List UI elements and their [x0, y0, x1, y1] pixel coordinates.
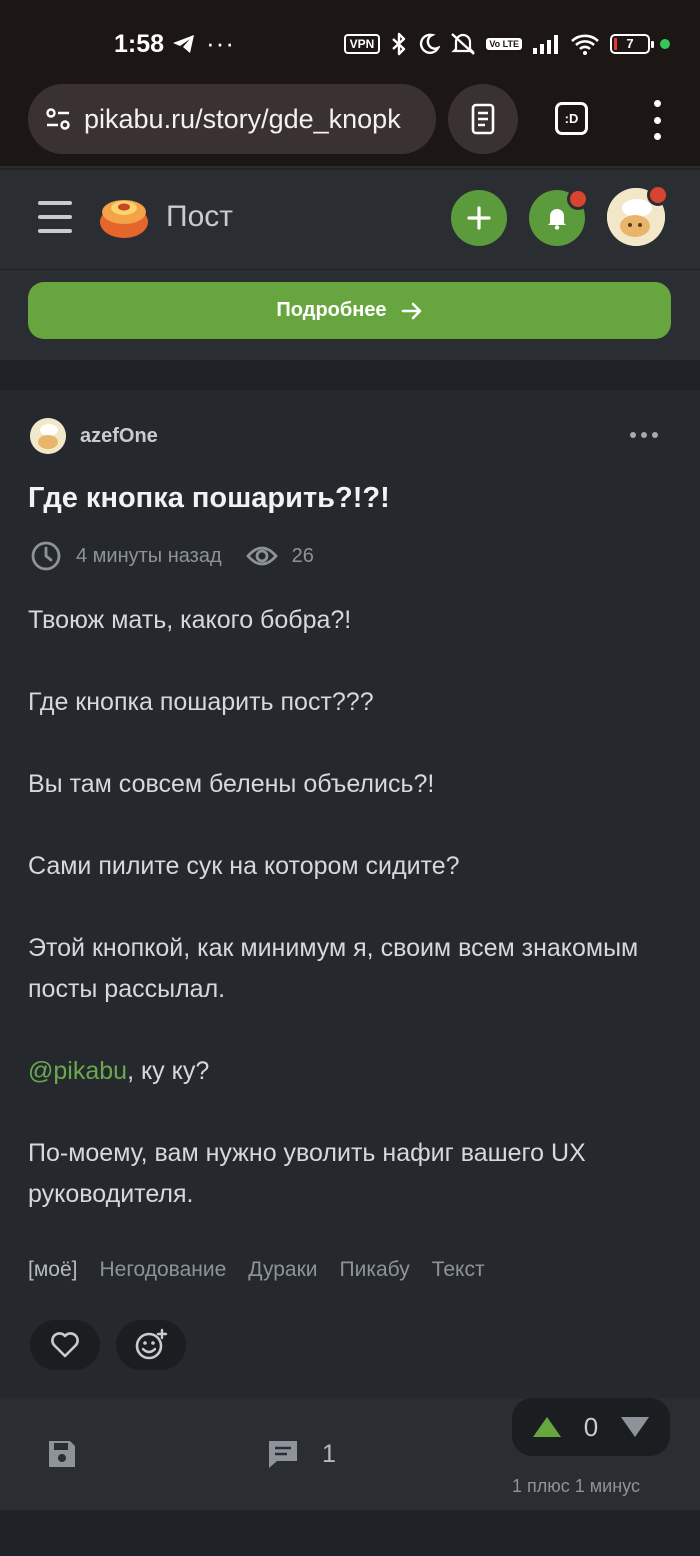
menu-line: [38, 229, 72, 233]
paragraph: Где кнопка пошарить пост???: [28, 688, 374, 716]
post-options-button[interactable]: [630, 432, 658, 438]
author-avatar[interactable]: [30, 418, 66, 454]
paragraph: Твоюж мать, какого бобра?!: [28, 606, 352, 634]
post-tags: [моё] Негодование Дураки Пикабу Текст: [28, 1258, 485, 1282]
options-dot: [630, 432, 636, 438]
downvote-icon[interactable]: [619, 1415, 651, 1439]
volte-icon: Vo LTE: [486, 38, 522, 50]
url-text[interactable]: pikabu.ru/story/gde_knopk: [84, 104, 401, 135]
vote-summary: 1 плюс 1 минус: [512, 1476, 640, 1496]
view-count: 26: [291, 544, 314, 567]
create-post-button[interactable]: [451, 190, 507, 246]
status-overflow: ···: [206, 28, 235, 58]
more-details-button[interactable]: Подробнее: [28, 282, 671, 339]
more-details-label: Подробнее: [276, 299, 387, 321]
like-button[interactable]: [30, 1320, 100, 1370]
telegram-icon: [173, 35, 194, 53]
reader-mode-button[interactable]: [448, 84, 518, 154]
rating-value: 0: [583, 1411, 599, 1442]
menu-dot: [653, 100, 661, 107]
save-icon[interactable]: [46, 1438, 78, 1470]
comment-icon: [269, 1441, 297, 1468]
emoji-add-icon: [135, 1328, 168, 1360]
menu-line: [38, 201, 72, 205]
upvote-icon[interactable]: [531, 1415, 563, 1439]
add-reaction-button[interactable]: [116, 1320, 186, 1370]
paragraph: По-моему, вам нужно уволить нафиг вашего…: [28, 1139, 586, 1208]
options-dot: [641, 432, 647, 438]
post-time: 4 минуты назад: [76, 544, 222, 567]
user-avatar[interactable]: [607, 184, 669, 246]
moon-icon: [420, 33, 441, 54]
heart-icon: [51, 1332, 79, 1358]
menu-line: [38, 215, 72, 219]
notifications-button[interactable]: [529, 188, 589, 246]
browser-toolbar: pikabu.ru/story/gde_knopk :D: [0, 78, 700, 168]
battery-icon: 7: [610, 34, 654, 54]
tag-item[interactable]: [моё]: [28, 1258, 77, 1282]
clock-icon: [31, 541, 61, 571]
menu-dot: [653, 133, 661, 140]
post-body: Твоюж мать, какого бобра?! Где кнопка по…: [28, 600, 668, 1256]
tag-item[interactable]: Пикабу: [340, 1258, 410, 1282]
tag-item[interactable]: Текст: [432, 1258, 485, 1282]
options-dot: [652, 432, 658, 438]
paragraph: Вы там совсем белены объелись?!: [28, 770, 435, 798]
menu-dot: [653, 116, 661, 124]
post-author[interactable]: azefOne: [30, 418, 158, 454]
tab-switcher-button[interactable]: :D: [555, 102, 588, 135]
arrow-right-icon: [401, 302, 421, 319]
pikabu-logo[interactable]: [98, 192, 150, 240]
reader-mode-icon: [471, 103, 495, 135]
browser-menu-button[interactable]: [650, 100, 664, 140]
tag-item[interactable]: Негодование: [99, 1258, 226, 1282]
page-title: Пост: [166, 200, 233, 233]
status-icons: VPN Vo LTE 7: [343, 32, 670, 56]
paragraph: Сами пилите сук на котором сидите?: [28, 852, 460, 880]
tag-item[interactable]: Дураки: [248, 1258, 317, 1282]
post-title[interactable]: Где кнопка пошарить?!?!: [28, 482, 390, 515]
comments-button[interactable]: 1: [266, 1438, 336, 1470]
status-time: 1:58: [114, 30, 165, 58]
post-meta: 4 минуты назад 26: [30, 540, 314, 572]
post-card: azefOne Где кнопка пошарить?!?! 4 минуты…: [0, 390, 700, 1398]
comments-count: 1: [322, 1439, 336, 1468]
mention-link[interactable]: @pikabu: [28, 1057, 127, 1085]
vpn-icon: VPN: [343, 34, 381, 54]
eye-icon: [245, 546, 278, 566]
promo-bar: Подробнее: [0, 270, 700, 360]
author-name[interactable]: azefOne: [80, 425, 158, 448]
paragraph: Этой кнопкой, как минимум я, своим всем …: [28, 934, 639, 1003]
rating-control: 0: [512, 1398, 670, 1456]
page-bottom: [0, 1510, 700, 1556]
post-footer: 1 0 1 плюс 1 минус: [0, 1398, 700, 1510]
wifi-icon: [571, 34, 599, 55]
site-header: Пост: [0, 170, 700, 270]
address-bar[interactable]: pikabu.ru/story/gde_knopk: [28, 84, 436, 154]
notification-badge: [567, 188, 589, 210]
status-bar: 1:58 ··· VPN Vo LTE 7: [0, 0, 700, 78]
mention-text: , ку ку?: [127, 1057, 210, 1085]
paragraph: @pikabu, ку ку?: [28, 1051, 668, 1092]
plus-icon: [467, 206, 491, 230]
privacy-indicator-dot: [660, 39, 670, 49]
bluetooth-icon: [392, 32, 406, 56]
profile-badge: [647, 184, 669, 206]
bell-icon: [548, 209, 566, 230]
signal-icon: [533, 35, 558, 54]
hamburger-menu-button[interactable]: [38, 201, 72, 233]
site-settings-icon[interactable]: [44, 105, 72, 133]
mute-icon: [451, 33, 476, 55]
